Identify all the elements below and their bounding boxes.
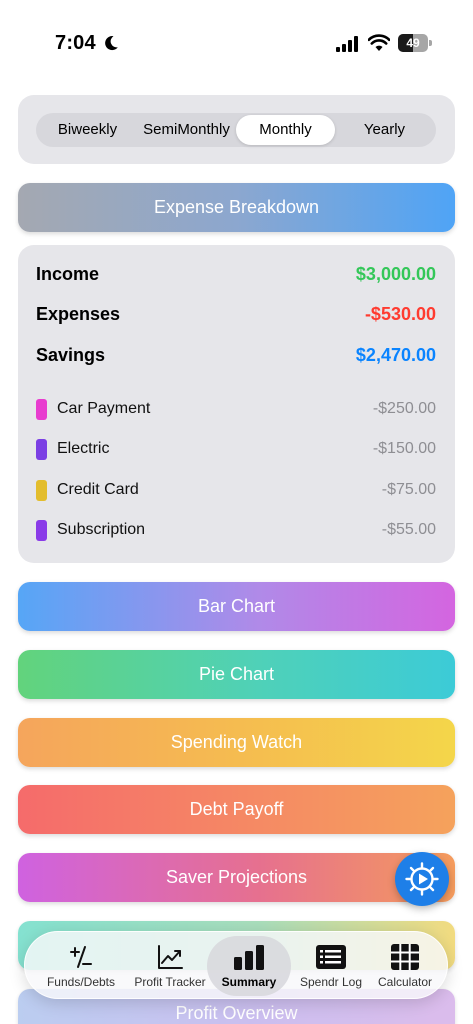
bar-chart-icon bbox=[234, 945, 264, 970]
expense-amount: -$55.00 bbox=[381, 521, 436, 538]
expense-amount: -$250.00 bbox=[372, 400, 436, 417]
status-time: 7:04 bbox=[55, 32, 96, 54]
gear-play-icon bbox=[405, 862, 439, 896]
tab-profit-tracker[interactable]: Profit Tracker bbox=[127, 932, 213, 1000]
line-chart-icon bbox=[158, 945, 183, 969]
period-option-monthly[interactable]: Monthly bbox=[236, 115, 335, 145]
period-option-biweekly[interactable]: Biweekly bbox=[38, 115, 137, 145]
expense-name: Electric bbox=[57, 440, 110, 457]
expense-item: Electric -$150.00 bbox=[36, 437, 436, 461]
tab-summary[interactable]: Summary bbox=[207, 936, 291, 996]
tab-bar: Funds/Debts Profit Tracker Summary Spend… bbox=[24, 931, 448, 999]
expense-amount: -$75.00 bbox=[381, 481, 436, 498]
savings-value: $2,470.00 bbox=[355, 345, 436, 365]
expense-item: Car Payment -$250.00 bbox=[36, 397, 436, 421]
color-swatch bbox=[36, 520, 47, 541]
spending-watch-button[interactable]: Spending Watch bbox=[18, 718, 455, 767]
tab-spendr-log[interactable]: Spendr Log bbox=[287, 932, 375, 1000]
expenses-label: Expenses bbox=[36, 304, 121, 324]
color-swatch bbox=[36, 480, 47, 501]
status-bar: 7:04 49 bbox=[0, 0, 473, 70]
income-row: Income $3,000.00 bbox=[36, 264, 436, 290]
battery-icon: 49 bbox=[398, 34, 432, 52]
color-swatch bbox=[36, 439, 47, 460]
period-segmented-control: Biweekly SemiMonthly Monthly Yearly bbox=[36, 113, 436, 147]
saver-projections-button[interactable]: Saver Projections bbox=[18, 853, 455, 902]
tab-label: Summary bbox=[221, 975, 277, 989]
tab-label: Calculator bbox=[377, 975, 433, 989]
expenses-row: Expenses -$530.00 bbox=[36, 304, 436, 330]
grid-icon bbox=[391, 944, 419, 970]
signal-icon bbox=[336, 36, 358, 52]
summary-card: Income $3,000.00 Expenses -$530.00 Savin… bbox=[18, 245, 455, 563]
expense-name: Car Payment bbox=[57, 400, 151, 417]
expenses-value: -$530.00 bbox=[364, 304, 436, 324]
settings-fab[interactable] bbox=[395, 852, 449, 906]
savings-label: Savings bbox=[36, 345, 106, 365]
color-swatch bbox=[36, 399, 47, 420]
expense-name: Subscription bbox=[57, 521, 146, 538]
income-label: Income bbox=[36, 264, 100, 284]
list-icon bbox=[316, 945, 346, 969]
debt-payoff-button[interactable]: Debt Payoff bbox=[18, 785, 455, 834]
period-option-semimonthly[interactable]: SemiMonthly bbox=[137, 115, 236, 145]
wifi-icon bbox=[368, 34, 390, 51]
income-value: $3,000.00 bbox=[355, 264, 436, 284]
tab-label: Profit Tracker bbox=[134, 975, 206, 989]
tab-calculator[interactable]: Calculator bbox=[365, 932, 445, 1000]
moon-icon bbox=[105, 36, 118, 51]
period-selector-card: Biweekly SemiMonthly Monthly Yearly bbox=[18, 95, 455, 164]
pie-chart-button[interactable]: Pie Chart bbox=[18, 650, 455, 699]
expense-item: Credit Card -$75.00 bbox=[36, 478, 436, 502]
plus-minus-icon bbox=[70, 946, 92, 968]
tab-label: Spendr Log bbox=[299, 975, 363, 989]
savings-row: Savings $2,470.00 bbox=[36, 345, 436, 371]
expense-breakdown-button[interactable]: Expense Breakdown bbox=[18, 183, 455, 232]
period-option-yearly[interactable]: Yearly bbox=[335, 115, 434, 145]
tab-funds-debts[interactable]: Funds/Debts bbox=[35, 932, 127, 1000]
expense-name: Credit Card bbox=[57, 481, 139, 498]
tab-label: Funds/Debts bbox=[46, 975, 116, 989]
battery-level: 49 bbox=[406, 36, 420, 50]
expense-amount: -$150.00 bbox=[372, 440, 436, 457]
bar-chart-button[interactable]: Bar Chart bbox=[18, 582, 455, 631]
expense-item: Subscription -$55.00 bbox=[36, 518, 436, 542]
